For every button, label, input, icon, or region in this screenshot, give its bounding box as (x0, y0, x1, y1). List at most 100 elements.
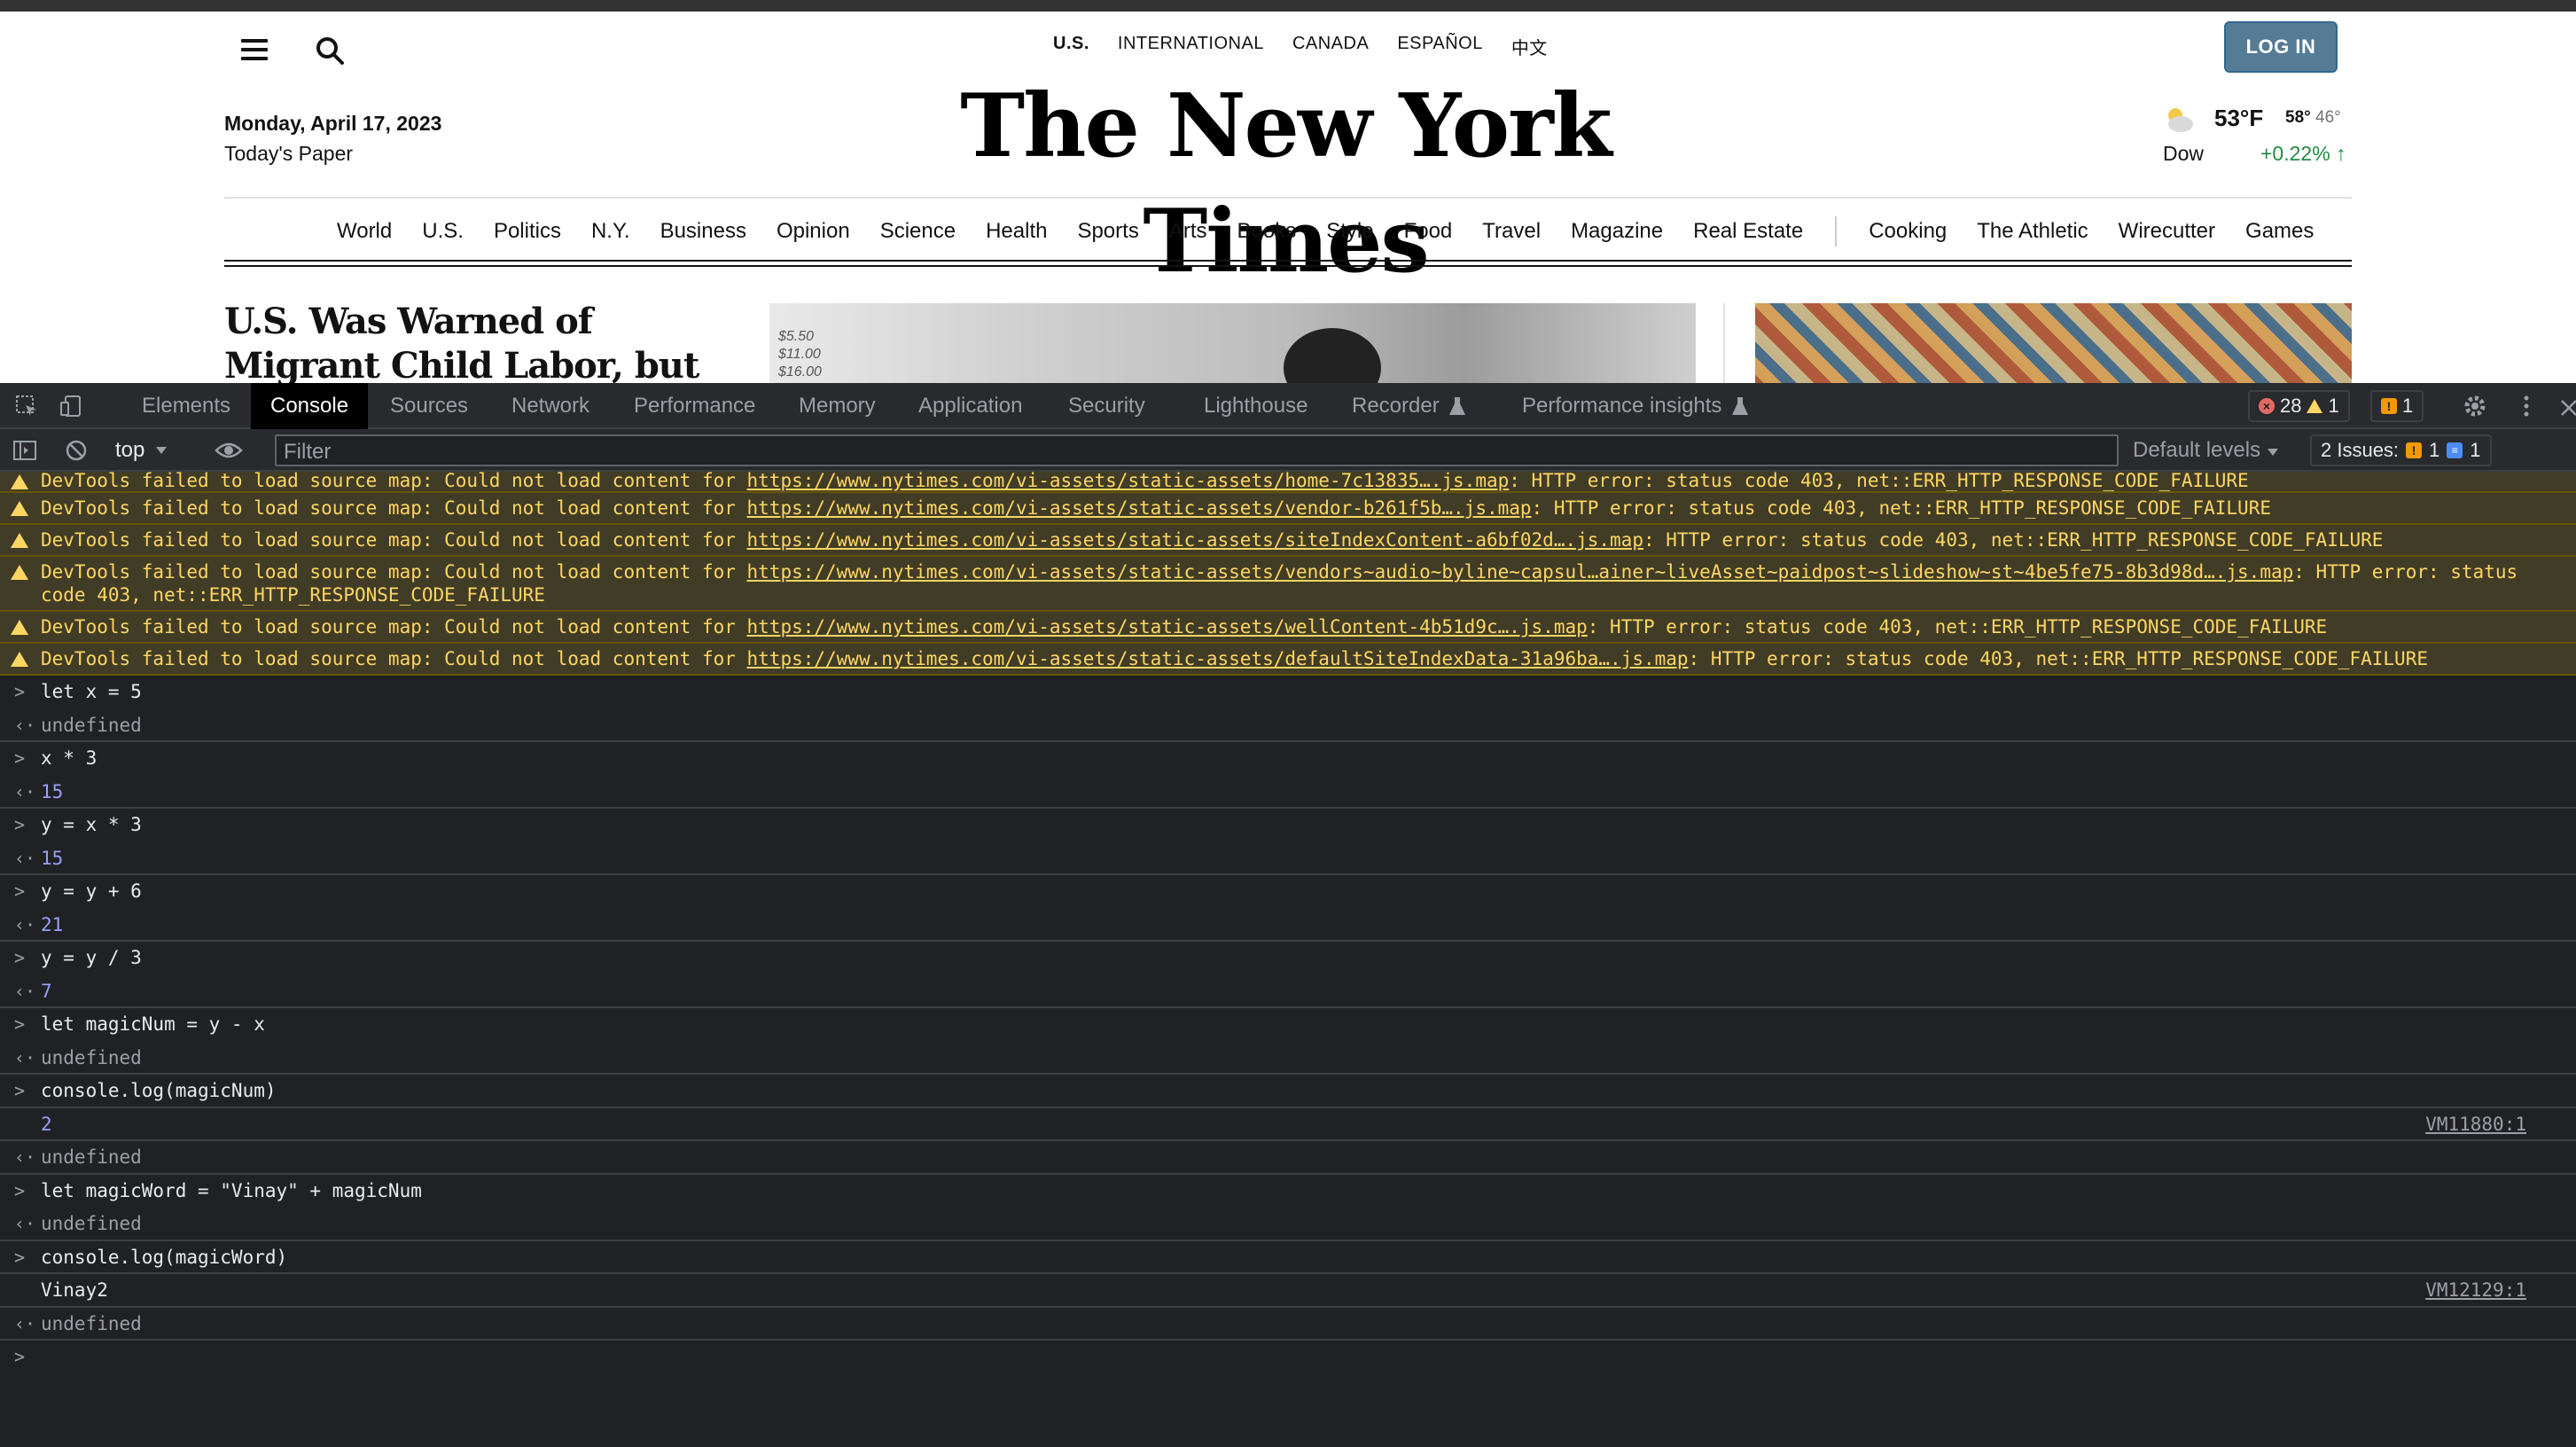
console-warning: DevTools failed to load source map: Coul… (0, 493, 2576, 525)
warning-suffix: : HTTP error: status code 403, net::ERR_… (1688, 648, 2428, 669)
issue-warning-icon: ! (2406, 442, 2423, 458)
sidebar-toggle-icon[interactable] (12, 438, 37, 463)
warning-icon (11, 620, 28, 635)
console-result: 21 (41, 913, 64, 935)
warning-icon (2307, 399, 2323, 413)
nav-books[interactable]: Books (1237, 219, 1297, 244)
edition-canada[interactable]: CANADA (1292, 34, 1369, 59)
issues-counter[interactable]: ! 1 (2370, 390, 2424, 422)
nav-wirecutter[interactable]: Wirecutter (2119, 219, 2215, 244)
tab-console[interactable]: Console (251, 383, 369, 429)
source-map-link[interactable]: https://www.nytimes.com/vi-assets/static… (747, 648, 1689, 669)
console-prompt-row[interactable]: > (0, 1341, 2576, 1374)
current-date: Monday, April 17, 2023 (224, 112, 442, 135)
filter-input[interactable]: Filter (275, 434, 2119, 466)
dow-label: Dow (2163, 142, 2205, 165)
tab-performance[interactable]: Performance (634, 383, 755, 429)
clear-console-icon[interactable] (64, 438, 89, 463)
warning-message: DevTools failed to load source map: Coul… (41, 616, 747, 637)
login-button[interactable]: LOG IN (2224, 21, 2338, 73)
edition-espanol[interactable]: ESPAÑOL (1397, 34, 1483, 59)
close-devtools-icon[interactable] (2558, 394, 2576, 418)
source-location-link[interactable]: VM11880:1 (2425, 1108, 2526, 1142)
nav-politics[interactable]: Politics (494, 219, 561, 244)
log-levels-dropdown[interactable]: Default levels (2133, 438, 2279, 463)
context-selector[interactable]: top (115, 438, 168, 463)
tab-recorder[interactable]: Recorder (1352, 383, 1440, 429)
lead-headline[interactable]: U.S. Was Warned of Migrant Child Labor, … (224, 300, 721, 383)
issues-warning-count: 1 (2429, 439, 2440, 461)
console-log-output: Vinay2 (41, 1279, 108, 1301)
nav-real-estate[interactable]: Real Estate (1693, 219, 1803, 244)
nav-science[interactable]: Science (880, 219, 956, 244)
live-expression-eye-icon[interactable] (215, 438, 243, 463)
warning-count: 1 (2328, 395, 2339, 417)
source-location-link[interactable]: VM12129:1 (2425, 1274, 2526, 1308)
edition-chinese[interactable]: 中文 (1511, 34, 1548, 59)
input-prompt-icon: > (14, 681, 26, 702)
console-warning: DevTools failed to load source map: Coul… (0, 557, 2576, 612)
nav-magazine[interactable]: Magazine (1571, 219, 1663, 244)
console-result-row: ‹· undefined (0, 1308, 2576, 1341)
search-icon[interactable] (315, 35, 345, 66)
device-toolbar-icon[interactable] (59, 394, 83, 418)
source-map-link[interactable]: https://www.nytimes.com/vi-assets/static… (747, 497, 1532, 519)
nav-travel[interactable]: Travel (1482, 219, 1541, 244)
error-warning-counter[interactable]: × 28 1 (2248, 390, 2350, 422)
tab-sources[interactable]: Sources (390, 383, 468, 429)
nav-style[interactable]: Style (1326, 219, 1373, 244)
secondary-photo[interactable] (1755, 303, 2352, 383)
nav-us[interactable]: U.S. (422, 219, 464, 244)
source-map-link[interactable]: https://www.nytimes.com/vi-assets/static… (747, 529, 1643, 551)
nav-food[interactable]: Food (1404, 219, 1453, 244)
nav-the-athletic[interactable]: The Athletic (1977, 219, 2088, 244)
nav-cooking[interactable]: Cooking (1869, 219, 1947, 244)
input-prompt-icon: > (14, 1179, 26, 1201)
source-map-link[interactable]: https://www.nytimes.com/vi-assets/static… (747, 616, 1588, 637)
result-arrow-icon: ‹· (14, 1213, 36, 1234)
warning-suffix: : HTTP error: status code 403, net::ERR_… (1509, 472, 2249, 491)
tab-performance-insights[interactable]: Performance insights (1522, 383, 1721, 429)
temp-high: 58° (2285, 108, 2311, 127)
tab-lighthouse[interactable]: Lighthouse (1204, 383, 1308, 429)
input-prompt-icon: > (14, 1346, 26, 1367)
more-options-icon[interactable] (2514, 394, 2539, 418)
nav-arts[interactable]: Arts (1169, 219, 1207, 244)
settings-gear-icon[interactable] (2463, 394, 2487, 418)
nav-health[interactable]: Health (986, 219, 1047, 244)
context-label: top (115, 438, 145, 462)
nav-ny[interactable]: N.Y. (591, 219, 630, 244)
tab-security[interactable]: Security (1068, 383, 1145, 429)
nyt-homepage: U.S. INTERNATIONAL CANADA ESPAÑOL 中文 LOG… (0, 0, 2576, 383)
nav-world[interactable]: World (337, 219, 392, 244)
warning-message: DevTools failed to load source map: Coul… (41, 472, 747, 491)
console-output[interactable]: DevTools failed to load source map: Coul… (0, 472, 2576, 1447)
todays-paper-link[interactable]: Today's Paper (224, 142, 353, 166)
tab-network[interactable]: Network (511, 383, 589, 429)
nav-sports[interactable]: Sports (1077, 219, 1138, 244)
lead-photo[interactable]: $5.50 $11.00 $16.00 (769, 303, 1696, 383)
console-input-row: > x * 3 (0, 742, 2576, 776)
nav-opinion[interactable]: Opinion (777, 219, 850, 244)
nav-games[interactable]: Games (2245, 219, 2314, 244)
input-prompt-icon: > (14, 880, 26, 902)
dropdown-arrow-icon (2267, 449, 2278, 456)
warning-message: DevTools failed to load source map: Coul… (41, 529, 747, 551)
source-map-link[interactable]: https://www.nytimes.com/vi-assets/static… (747, 561, 2294, 583)
log-levels-label: Default levels (2133, 438, 2261, 462)
issues-button[interactable]: 2 Issues: ! 1 ≡ 1 (2310, 434, 2492, 466)
source-map-link[interactable]: https://www.nytimes.com/vi-assets/static… (747, 472, 1510, 491)
result-arrow-icon: ‹· (14, 847, 36, 869)
console-result: undefined (41, 1312, 142, 1334)
tab-application[interactable]: Application (918, 383, 1022, 429)
inspect-element-icon[interactable] (14, 394, 39, 418)
edition-international[interactable]: INTERNATIONAL (1118, 34, 1264, 59)
result-arrow-icon: ‹· (14, 1046, 36, 1068)
tab-elements[interactable]: Elements (142, 383, 230, 429)
nav-business[interactable]: Business (660, 219, 746, 244)
warning-icon (11, 501, 28, 516)
tab-memory[interactable]: Memory (799, 383, 876, 429)
edition-us[interactable]: U.S. (1053, 34, 1089, 59)
menu-icon[interactable] (241, 39, 268, 60)
result-arrow-icon: ‹· (14, 980, 36, 1002)
